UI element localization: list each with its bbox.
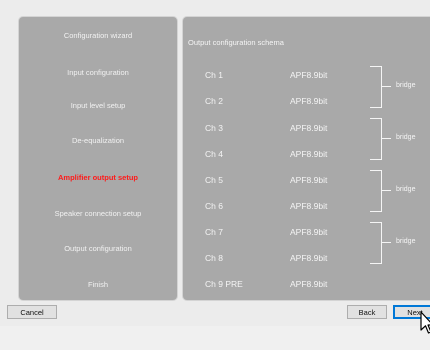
bridge-bracket-2 xyxy=(370,118,382,160)
channel-model-5: APF8.9bit xyxy=(290,175,328,185)
channel-label-6: Ch 6 xyxy=(205,201,223,211)
channel-label-1: Ch 1 xyxy=(205,70,223,80)
step-finish[interactable]: Finish xyxy=(19,280,177,289)
channel-label-7: Ch 7 xyxy=(205,227,223,237)
step-input-level-setup[interactable]: Input level setup xyxy=(19,101,177,110)
bridge-bracket-4 xyxy=(370,222,382,264)
output-schema-panel: Output configuration schema Ch 1 APF8.9b… xyxy=(182,16,430,301)
step-output-configuration[interactable]: Output configuration xyxy=(19,244,177,253)
schema-title: Output configuration schema xyxy=(188,38,284,47)
channel-model-6: APF8.9bit xyxy=(290,201,328,211)
bridge-label-4: bridge xyxy=(396,238,416,245)
channel-label-3: Ch 3 xyxy=(205,123,223,133)
channel-model-4: APF8.9bit xyxy=(290,149,328,159)
back-button[interactable]: Back xyxy=(347,305,387,319)
channel-label-5: Ch 5 xyxy=(205,175,223,185)
wizard-window: Configuration wizard Input configuration… xyxy=(0,0,430,326)
bridge-label-2: bridge xyxy=(396,134,416,141)
bridge-tick-4 xyxy=(381,242,391,243)
wizard-steps-panel: Configuration wizard Input configuration… xyxy=(18,16,178,301)
bridge-bracket-1 xyxy=(370,66,382,108)
channel-model-1: APF8.9bit xyxy=(290,70,328,80)
step-de-equalization[interactable]: De-equalization xyxy=(19,136,177,145)
bridge-tick-2 xyxy=(381,138,391,139)
step-speaker-connection-setup[interactable]: Speaker connection setup xyxy=(19,209,177,218)
channel-label-8: Ch 8 xyxy=(205,253,223,263)
channel-model-3: APF8.9bit xyxy=(290,123,328,133)
cancel-button[interactable]: Cancel xyxy=(7,305,57,319)
step-amplifier-output-setup[interactable]: Amplifier output setup xyxy=(19,173,177,182)
channel-model-8: APF8.9bit xyxy=(290,253,328,263)
step-input-configuration[interactable]: Input configuration xyxy=(19,68,177,77)
bridge-label-1: bridge xyxy=(396,82,416,89)
channel-label-4: Ch 4 xyxy=(205,149,223,159)
bridge-tick-3 xyxy=(381,190,391,191)
bridge-label-3: bridge xyxy=(396,186,416,193)
channel-model-2: APF8.9bit xyxy=(290,96,328,106)
step-configuration-wizard[interactable]: Configuration wizard xyxy=(19,31,177,40)
channel-label-2: Ch 2 xyxy=(205,96,223,106)
channel-label-9: Ch 9 PRE xyxy=(205,279,243,289)
mouse-pointer-icon xyxy=(420,311,430,334)
bridge-bracket-3 xyxy=(370,170,382,212)
channel-model-9: APF8.9bit xyxy=(290,279,328,289)
channel-model-7: APF8.9bit xyxy=(290,227,328,237)
bridge-tick-1 xyxy=(381,86,391,87)
